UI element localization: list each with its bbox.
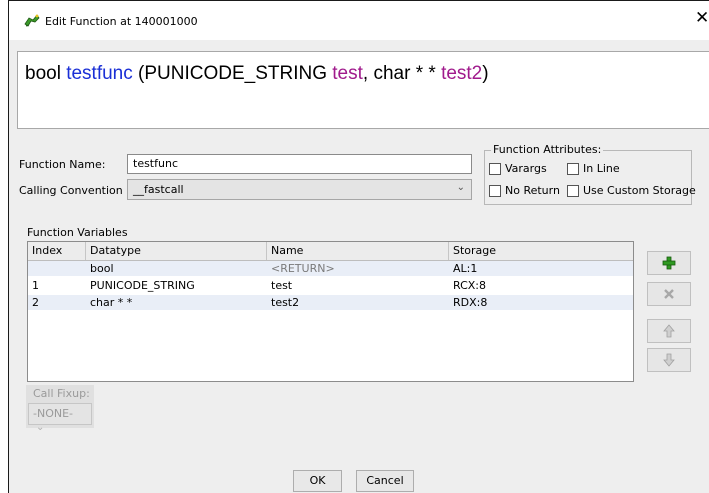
function-attributes-group: Function Attributes: Varargs In Line No … — [484, 143, 696, 205]
call-fixup-label: Call Fixup: — [33, 387, 90, 400]
signature-function-name: testfunc — [66, 63, 133, 84]
edit-function-dialog: Edit Function at 140001000 ✕ bool testfu… — [8, 0, 709, 493]
inline-checkbox[interactable]: In Line — [567, 162, 620, 175]
custom-storage-label: Use Custom Storage — [583, 184, 696, 197]
custom-storage-checkbox[interactable]: Use Custom Storage — [567, 184, 696, 197]
plus-icon — [662, 256, 676, 270]
signature-comma: , — [362, 63, 369, 84]
cell-storage: RDX:8 — [453, 296, 488, 309]
table-row[interactable]: 2 char * * test2 RDX:8 — [28, 295, 633, 310]
call-fixup-value: -NONE- — [33, 407, 74, 420]
signature-param1-type: PUNICODE_STRING — [144, 63, 327, 84]
move-down-button[interactable] — [647, 348, 691, 372]
no-return-label: No Return — [505, 184, 560, 197]
varargs-label: Varargs — [505, 162, 547, 175]
table-row[interactable]: bool <RETURN> AL:1 — [28, 261, 633, 276]
function-name-field[interactable]: testfunc — [127, 154, 472, 174]
title-bar: Edit Function at 140001000 ✕ — [9, 0, 709, 40]
cell-name: test2 — [271, 296, 300, 309]
calling-convention-value: __fastcall — [133, 183, 184, 196]
add-variable-button[interactable] — [647, 251, 691, 275]
signature-return-type: bool — [25, 63, 61, 84]
column-header-datatype[interactable]: Datatype — [86, 242, 267, 260]
no-return-checkbox[interactable]: No Return — [489, 184, 560, 197]
cell-name: test — [271, 279, 293, 292]
cell-datatype: char * * — [90, 296, 133, 309]
function-variables-label: Function Variables — [27, 226, 128, 239]
function-attributes-legend: Function Attributes: — [491, 143, 604, 156]
custom-storage-checkbox-box[interactable] — [567, 184, 579, 197]
signature-param2-type: char * * — [373, 63, 436, 84]
signature-close-paren: ) — [482, 63, 489, 84]
chevron-down-icon: ⌄ — [36, 422, 45, 433]
window-title: Edit Function at 140001000 — [45, 15, 198, 28]
function-name-label: Function Name: — [19, 158, 106, 171]
varargs-checkbox-box[interactable] — [489, 162, 501, 175]
arrow-up-icon — [663, 324, 675, 338]
cell-name: <RETURN> — [271, 262, 335, 275]
table-row[interactable]: 1 PUNICODE_STRING test RCX:8 — [28, 278, 633, 293]
cell-datatype: bool — [90, 262, 114, 275]
signature-editor[interactable]: bool testfunc (PUNICODE_STRING test, cha… — [17, 51, 709, 129]
column-header-storage[interactable]: Storage — [449, 242, 633, 260]
calling-convention-label: Calling Convention — [19, 184, 123, 197]
varargs-checkbox[interactable]: Varargs — [489, 162, 547, 175]
calling-convention-select[interactable]: __fastcall ⌄ — [127, 179, 472, 200]
signature-param2-name: test2 — [441, 63, 483, 84]
function-variables-table[interactable]: Index Datatype Name Storage bool <RETURN… — [27, 241, 634, 382]
cell-storage: RCX:8 — [453, 279, 487, 292]
table-header: Index Datatype Name Storage — [28, 242, 633, 261]
cancel-button[interactable]: Cancel — [356, 470, 414, 492]
ok-button[interactable]: OK — [293, 470, 342, 492]
chevron-down-icon: ⌄ — [456, 182, 465, 193]
remove-variable-button[interactable] — [647, 282, 691, 306]
cell-index: 1 — [32, 279, 39, 292]
column-header-index[interactable]: Index — [28, 242, 86, 260]
function-dragon-icon — [23, 12, 41, 28]
x-icon — [664, 289, 674, 299]
signature-line: bool testfunc (PUNICODE_STRING test, cha… — [25, 63, 489, 85]
signature-param1-name: test — [332, 63, 363, 84]
cell-index: 2 — [32, 296, 39, 309]
close-icon[interactable]: ✕ — [695, 10, 709, 27]
no-return-checkbox-box[interactable] — [489, 184, 501, 197]
cell-storage: AL:1 — [453, 262, 478, 275]
call-fixup-select[interactable]: -NONE- ⌄ — [28, 403, 92, 433]
inline-label: In Line — [583, 162, 620, 175]
move-up-button[interactable] — [647, 319, 691, 343]
cell-datatype: PUNICODE_STRING — [90, 279, 195, 292]
inline-checkbox-box[interactable] — [567, 162, 579, 175]
column-header-name[interactable]: Name — [267, 242, 449, 260]
arrow-down-icon — [663, 353, 675, 367]
cell-index — [28, 261, 86, 276]
